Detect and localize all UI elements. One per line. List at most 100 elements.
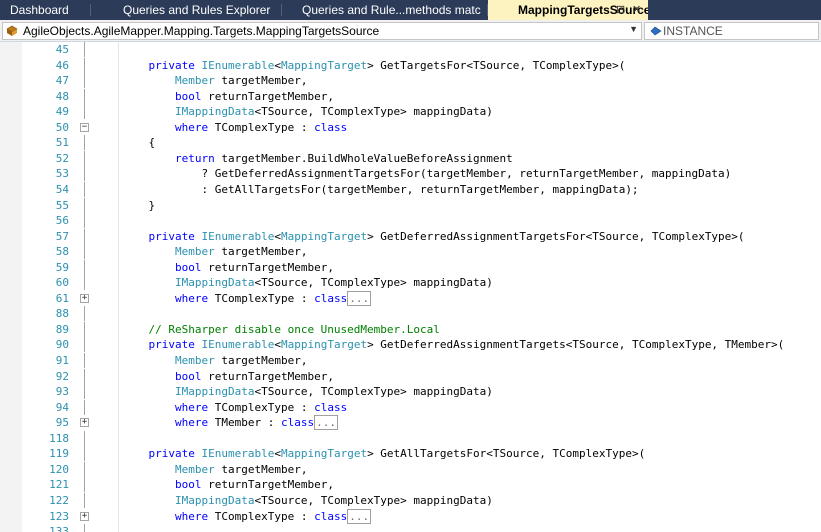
code-text: bool returnTargetMember, bbox=[122, 260, 334, 275]
outline-guide bbox=[84, 368, 85, 384]
outline-guide-cell bbox=[80, 353, 88, 368]
close-icon[interactable]: ✕ bbox=[632, 0, 641, 20]
code-token: class bbox=[314, 400, 348, 414]
outline-guide-cell bbox=[80, 73, 88, 89]
outline-guide-cell bbox=[80, 135, 88, 151]
code-token: TComplexType : bbox=[208, 291, 315, 305]
expand-icon[interactable]: + bbox=[80, 511, 89, 521]
collapsed-region[interactable]: ... bbox=[347, 290, 372, 306]
line-number: 61 bbox=[55, 291, 69, 305]
outline-guide-cell bbox=[80, 477, 88, 493]
code-token: return bbox=[174, 151, 215, 165]
collapsed-region[interactable]: ... bbox=[347, 508, 372, 524]
code-line: 54 : GetAllTargetsFor(targetMember, retu… bbox=[0, 181, 821, 197]
tab-queries-and-rules-explorer[interactable]: Queries and Rules Explorer bbox=[91, 0, 281, 20]
line-number: 45 bbox=[55, 43, 69, 56]
line-number: 46 bbox=[55, 58, 69, 72]
code-token: IMappingData bbox=[174, 276, 255, 290]
code-line: 52 return targetMember.BuildWholeValueBe… bbox=[0, 150, 821, 166]
tab-label: Queries and Rules Explorer bbox=[123, 3, 271, 17]
outline-guide-cell bbox=[80, 166, 88, 182]
outline-guide bbox=[84, 275, 85, 291]
collapsed-region[interactable]: ... bbox=[314, 415, 338, 431]
outline-guide-cell bbox=[80, 244, 88, 260]
line-number: 91 bbox=[55, 354, 69, 367]
outline-guide-cell bbox=[80, 384, 88, 400]
tab-dashboard[interactable]: Dashboard bbox=[0, 0, 90, 20]
type-selector-text: AgileObjects.AgileMapper.Mapping.Targets… bbox=[23, 24, 380, 38]
chevron-down-icon[interactable]: ▼ bbox=[629, 24, 638, 34]
code-token: MappingTarget bbox=[280, 58, 368, 72]
code-text: : GetAllTargetsFor(targetMember, returnT… bbox=[122, 182, 638, 197]
line-number: 133 bbox=[49, 525, 69, 532]
code-line: 119 private IEnumerable<MappingTarget> G… bbox=[0, 446, 821, 462]
code-token: <TSource, TComplexType> mappingData) bbox=[254, 105, 493, 119]
code-line: 95 + where TMember : class... bbox=[0, 415, 821, 431]
line-number: 93 bbox=[55, 385, 69, 399]
code-token: } bbox=[122, 198, 156, 212]
code-token: class bbox=[314, 120, 348, 134]
outline-guide-cell bbox=[80, 88, 88, 104]
code-token: < bbox=[274, 58, 281, 72]
code-token: <TSource, TComplexType> mappingData) bbox=[254, 276, 493, 290]
line-number: 60 bbox=[55, 276, 69, 290]
tab-queries-and-rule-methods[interactable]: Queries and Rule...methods matc bbox=[282, 0, 487, 20]
outline-guide bbox=[84, 213, 85, 229]
outline-guide bbox=[84, 461, 85, 477]
outline-guide bbox=[84, 104, 85, 120]
outline-guide-cell bbox=[80, 275, 88, 291]
pin-icon[interactable]: ⊟ bbox=[616, 0, 625, 20]
code-text: where TComplexType : class... bbox=[122, 508, 372, 524]
tab-mapping-targets-source[interactable]: MappingTargetsSource.cs ⊟ ✕ bbox=[488, 0, 648, 20]
code-line: 51 { bbox=[0, 135, 821, 151]
line-number: 123 bbox=[49, 509, 69, 523]
code-line: 57 private IEnumerable<MappingTarget> Ge… bbox=[0, 228, 821, 244]
outline-guide-cell bbox=[80, 368, 88, 384]
code-line: 58 Member targetMember, bbox=[0, 244, 821, 260]
outline-guide bbox=[84, 492, 85, 508]
outline-guide bbox=[84, 477, 85, 493]
navigation-bar: AgileObjects.AgileMapper.Mapping.Targets… bbox=[0, 20, 821, 42]
outline-guide bbox=[84, 181, 85, 197]
code-line: 55 } bbox=[0, 197, 821, 213]
member-selector-dropdown[interactable]: INSTANCE bbox=[644, 22, 819, 40]
outline-guide-cell bbox=[80, 399, 88, 415]
line-number: 58 bbox=[55, 245, 69, 259]
outline-guide bbox=[84, 384, 85, 400]
code-line: 46 private IEnumerable<MappingTarget> Ge… bbox=[0, 57, 821, 73]
code-token: <TSource, TComplexType> mappingData) bbox=[254, 385, 493, 399]
tab-label: Dashboard bbox=[10, 3, 69, 17]
collapse-icon[interactable]: − bbox=[80, 122, 89, 132]
code-token: IMappingData bbox=[174, 385, 255, 399]
code-editor[interactable]: 45 46 private IEnumerable<MappingTarget> … bbox=[0, 42, 821, 532]
code-token: IMappingData bbox=[174, 105, 255, 119]
code-token: targetMember, bbox=[214, 354, 308, 367]
code-line: 45 bbox=[0, 42, 821, 57]
outline-guide-cell bbox=[80, 42, 88, 57]
field-icon bbox=[650, 26, 662, 36]
outline-toggle: + bbox=[80, 415, 89, 430]
code-line: 88 bbox=[0, 306, 821, 322]
code-token: <TSource, TComplexType> mappingData) bbox=[254, 493, 493, 507]
code-line: 93 IMappingData<TSource, TComplexType> m… bbox=[0, 384, 821, 400]
type-selector-dropdown[interactable]: AgileObjects.AgileMapper.Mapping.Targets… bbox=[2, 22, 642, 40]
expand-icon[interactable]: + bbox=[80, 293, 89, 303]
code-line: 92 bool returnTargetMember, bbox=[0, 368, 821, 384]
expand-icon[interactable]: + bbox=[80, 418, 89, 428]
code-token: private bbox=[148, 58, 195, 72]
code-line: 121 bool returnTargetMember, bbox=[0, 477, 821, 493]
line-number: 90 bbox=[55, 338, 69, 352]
code-token: where bbox=[174, 509, 209, 523]
code-line: 56 bbox=[0, 213, 821, 229]
line-number: 94 bbox=[55, 400, 69, 414]
code-line: 49 IMappingData<TSource, TComplexType> m… bbox=[0, 104, 821, 120]
code-text: private IEnumerable<MappingTarget> GetDe… bbox=[122, 337, 785, 352]
line-number: 54 bbox=[55, 182, 69, 196]
outline-guide bbox=[84, 244, 85, 260]
